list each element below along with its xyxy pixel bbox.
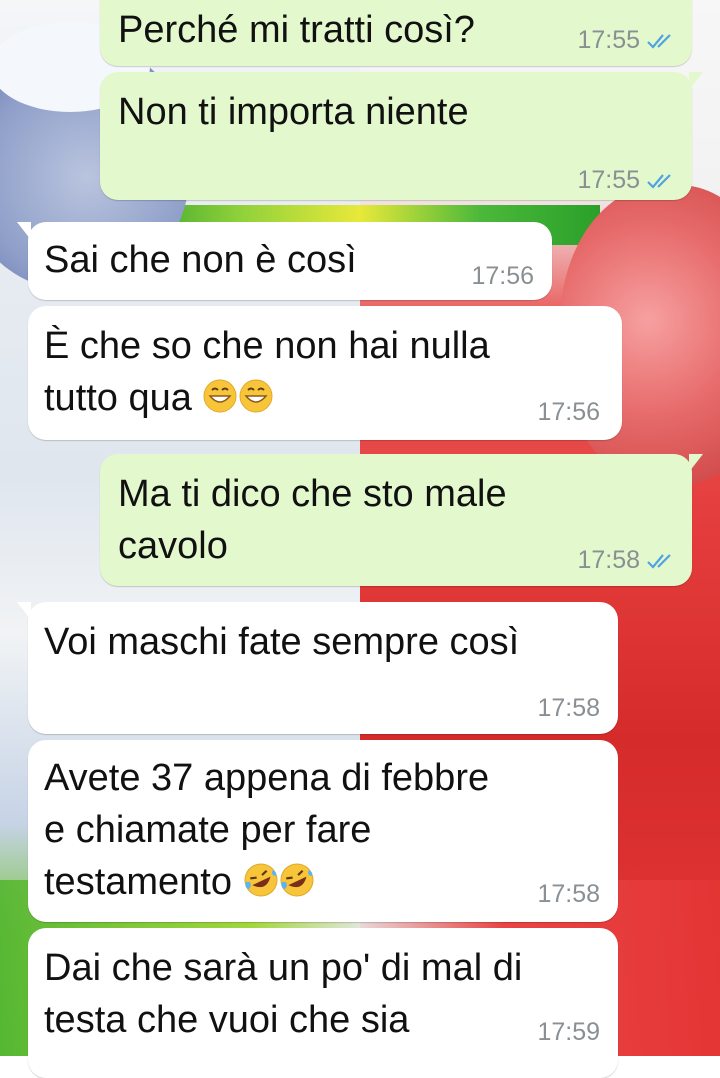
message-text-line: e chiamate per fare <box>44 809 372 851</box>
message-timestamp: 17:58 <box>577 546 676 575</box>
message-timestamp: 17:59 <box>537 1018 600 1046</box>
message-timestamp: 17:56 <box>537 398 600 426</box>
message-bubble-incoming[interactable]: Avete 37 appena di febbre e chiamate per… <box>28 740 618 922</box>
message-bubble-outgoing[interactable]: Non ti importa niente 17:55 <box>100 72 703 200</box>
grinning-face-icon <box>203 379 237 413</box>
message-text-line: testa che vuoi che sia <box>44 999 410 1041</box>
message-bubble-outgoing[interactable]: Perché mi tratti così? 17:55 <box>100 0 692 66</box>
message-timestamp: 17:55 <box>577 166 676 195</box>
read-ticks-icon <box>647 553 671 569</box>
message-text: Voi maschi fate sempre così <box>44 621 520 663</box>
rolling-on-floor-laughing-icon <box>244 863 278 897</box>
message-timestamp: 17:58 <box>537 880 600 908</box>
rolling-on-floor-laughing-icon <box>280 863 314 897</box>
read-ticks-icon <box>647 33 671 49</box>
message-text-line: Avete 37 appena di febbre <box>44 757 490 799</box>
message-text: Perché mi tratti così? <box>118 9 475 51</box>
message-text-line: È che so che non hai nulla <box>44 325 490 367</box>
message-timestamp: 17:58 <box>537 694 600 722</box>
grinning-face-icon <box>239 379 273 413</box>
message-text: Non ti importa niente <box>118 91 469 133</box>
message-bubble-incoming[interactable]: Voi maschi fate sempre così 17:58 <box>17 602 618 734</box>
message-timestamp: 17:56 <box>471 262 534 290</box>
message-text-line: cavolo <box>118 525 228 567</box>
read-ticks-icon <box>647 173 671 189</box>
message-bubble-incoming[interactable]: Sai che non è così 17:56 <box>17 222 552 300</box>
message-bubble-outgoing[interactable]: Ma ti dico che sto male cavolo 17:58 <box>100 454 703 586</box>
message-text-line: testamento <box>44 856 315 908</box>
message-text-line: tutto qua <box>44 372 274 424</box>
message-text-line: Ma ti dico che sto male <box>118 473 507 515</box>
message-text: Sai che non è così <box>44 239 357 281</box>
message-bubble-incoming[interactable]: È che so che non hai nulla tutto qua 17:… <box>28 306 622 440</box>
message-text-line: Dai che sarà un po' di mal di <box>44 947 523 989</box>
message-timestamp: 17:55 <box>577 26 676 55</box>
